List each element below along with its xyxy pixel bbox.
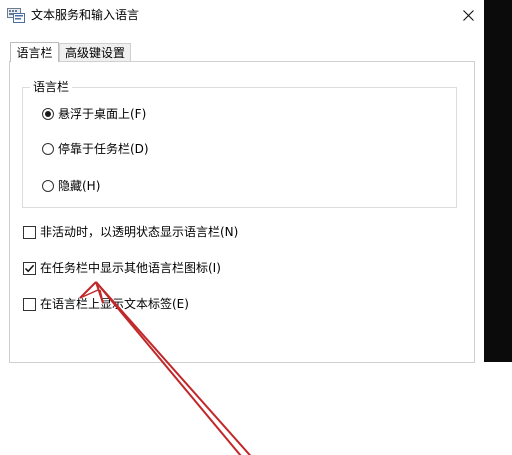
checkbox-label: 非活动时，以透明状态显示语言栏(N) [40,225,239,239]
window-title: 文本服务和输入语言 [31,8,140,22]
checkbox-show-additional-icons[interactable]: 在任务栏中显示其他语言栏图标(I) [23,259,221,277]
dialog-window: 文本服务和输入语言 语言栏 高级键设置 语言栏 悬浮于桌面上(F) 停靠于任务栏… [0,0,484,455]
close-button[interactable] [452,0,484,30]
checkbox-box[interactable] [23,225,36,239]
radio-indicator[interactable] [42,143,54,155]
checkbox-label: 在语言栏上显示文本标签(E) [40,297,189,311]
close-icon [462,9,474,21]
tab-language-bar[interactable]: 语言栏 [10,42,59,62]
radio-indicator[interactable] [42,180,54,192]
radio-dock-in-taskbar[interactable]: 停靠于任务栏(D) [42,140,149,158]
radio-float-on-desktop[interactable]: 悬浮于桌面上(F) [42,105,146,123]
keyboard-icon [7,8,25,23]
radio-indicator[interactable] [42,108,54,120]
group-legend: 语言栏 [30,79,73,95]
checkbox-label: 在任务栏中显示其他语言栏图标(I) [40,261,221,275]
tab-strip: 语言栏 高级键设置 [0,38,484,62]
radio-label: 停靠于任务栏(D) [58,142,149,156]
checkbox-box[interactable] [23,261,36,275]
checkbox-box[interactable] [23,297,36,311]
checkbox-transparent-when-inactive[interactable]: 非活动时，以透明状态显示语言栏(N) [23,223,238,241]
tab-advanced-key-settings[interactable]: 高级键设置 [59,43,131,62]
radio-label: 悬浮于桌面上(F) [58,107,147,121]
radio-label: 隐藏(H) [58,179,101,193]
radio-hidden[interactable]: 隐藏(H) [42,177,100,195]
checkbox-show-text-labels[interactable]: 在语言栏上显示文本标签(E) [23,295,189,313]
title-bar: 文本服务和输入语言 [0,0,484,30]
background-area [484,0,512,362]
checkmark-icon [24,263,35,274]
